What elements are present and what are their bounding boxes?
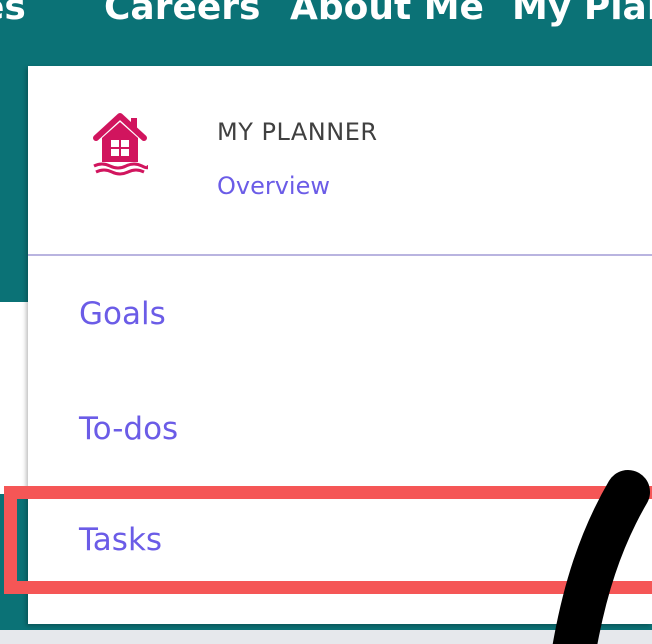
overview-link[interactable]: Overview xyxy=(217,172,330,200)
top-navigation-bar: es Careers About Me My Plann xyxy=(0,0,652,66)
page-bottom-strip xyxy=(0,630,652,644)
nav-item-my-planner[interactable]: My Plann xyxy=(512,0,652,34)
tasks-highlight-box xyxy=(4,486,652,594)
nav-item-about-me[interactable]: About Me xyxy=(290,0,484,34)
page-content-fragment xyxy=(0,302,28,494)
menu-item-to-dos[interactable]: To-dos xyxy=(79,411,178,447)
dropdown-header: MY PLANNER Overview xyxy=(28,66,652,254)
dropdown-divider xyxy=(28,254,652,256)
nav-item-partial[interactable]: es xyxy=(0,0,26,34)
dropdown-title: MY PLANNER xyxy=(217,118,378,146)
home-icon xyxy=(93,113,148,176)
menu-item-goals[interactable]: Goals xyxy=(79,296,166,332)
nav-item-careers[interactable]: Careers xyxy=(104,0,260,34)
